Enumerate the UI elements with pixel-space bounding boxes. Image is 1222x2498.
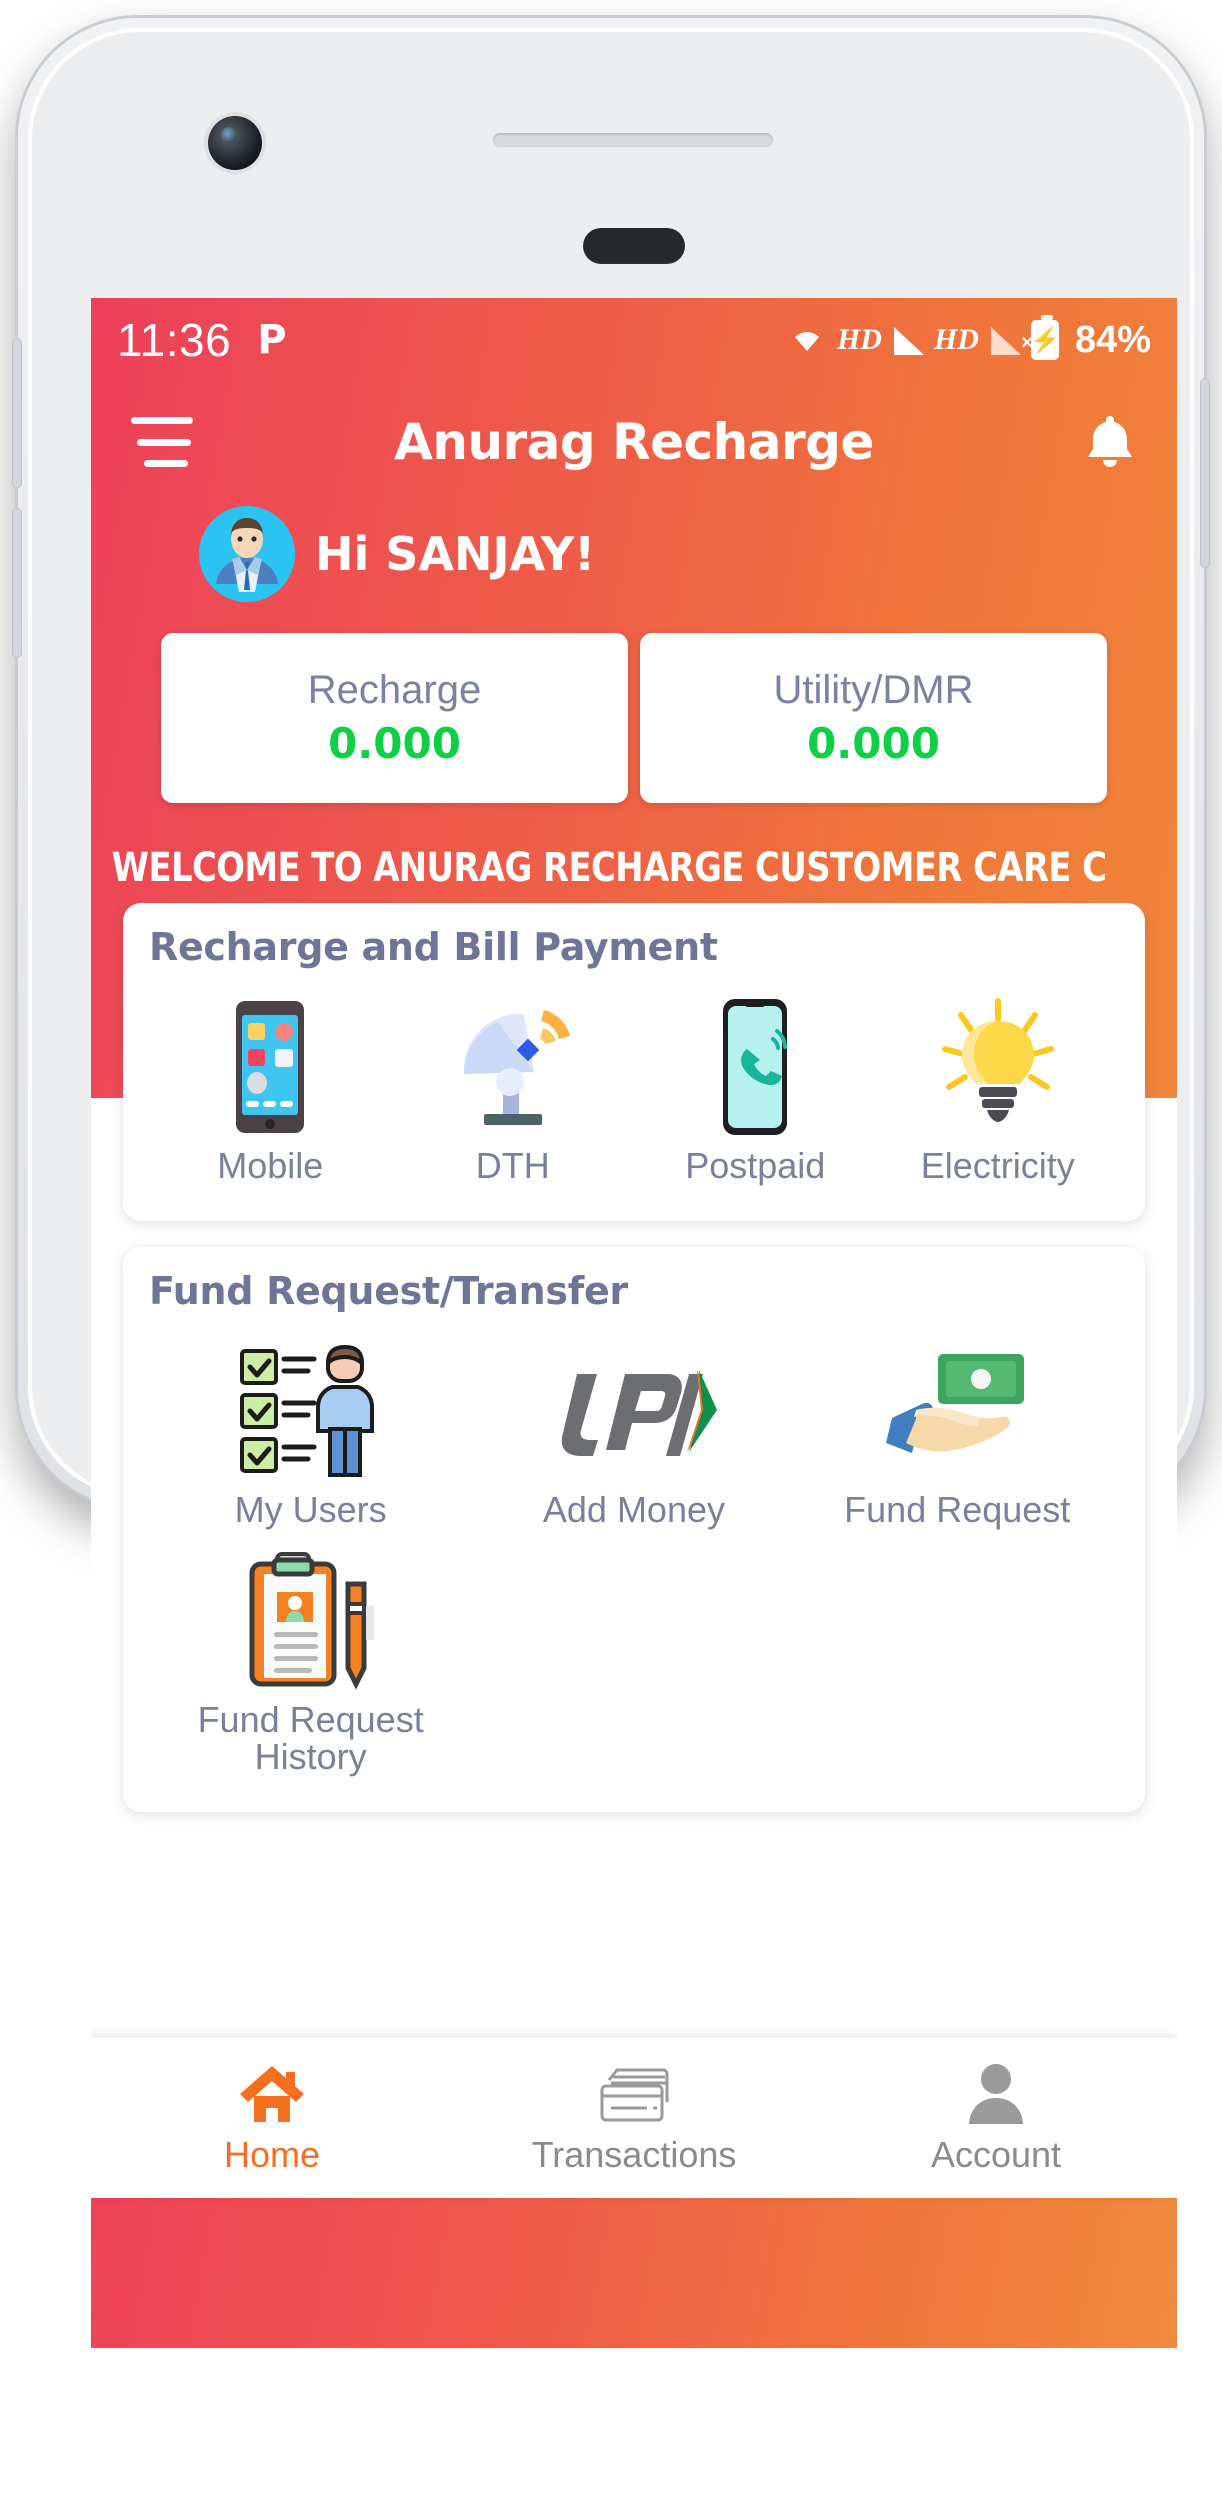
service-tile-mobile[interactable]: Mobile bbox=[149, 983, 392, 1193]
wifi-icon bbox=[787, 325, 827, 355]
bottom-gradient-strip bbox=[91, 2198, 1177, 2348]
fund-label: Add Money bbox=[542, 1488, 725, 1530]
user-avatar-businessman[interactable] bbox=[199, 506, 295, 602]
phone-body: 11:36 P HD HD × ⚡ 84% Anurag Recharge Hi… bbox=[28, 28, 1194, 2348]
volume-down-button[interactable] bbox=[12, 508, 22, 658]
app-bar: Anurag Recharge bbox=[91, 382, 1177, 502]
service-label: Mobile bbox=[217, 1145, 324, 1186]
signal-bar-off-icon: × bbox=[989, 325, 1033, 355]
balance-value: 0.000 bbox=[807, 719, 940, 768]
status-time: 11:36 bbox=[117, 314, 232, 366]
hd-badge-2: HD bbox=[933, 323, 979, 356]
app-title: Anurag Recharge bbox=[394, 413, 874, 471]
cash-in-hand-icon bbox=[882, 1341, 1032, 1481]
bottom-navigation-bar: Home Transactions Account bbox=[91, 2038, 1177, 2198]
my-users-checklist-icon bbox=[236, 1341, 386, 1481]
status-icons: HD HD × ⚡ 84% bbox=[787, 315, 1151, 362]
fund-tile-fund-request-history[interactable]: Fund Request History bbox=[149, 1537, 472, 1785]
service-tile-electricity[interactable]: Electricity bbox=[877, 983, 1120, 1193]
earpiece-speaker bbox=[493, 133, 773, 147]
bell-icon[interactable] bbox=[1083, 412, 1137, 472]
power-button[interactable] bbox=[1200, 378, 1210, 568]
battery-charging-icon: ⚡ bbox=[1030, 315, 1060, 360]
balance-cards-row: Recharge 0.000 Utility/DMR 0.000 bbox=[161, 633, 1107, 803]
section-title: Fund Request/Transfer bbox=[149, 1268, 628, 1313]
service-grid: Mobile DTH Postpaid Electricity bbox=[149, 983, 1119, 1193]
battery-percent: 84% bbox=[1074, 318, 1151, 361]
paytm-p-icon: P bbox=[257, 317, 287, 363]
volume-up-button[interactable] bbox=[12, 338, 22, 488]
nav-label: Account bbox=[930, 2134, 1062, 2175]
balance-card-utility-dmr[interactable]: Utility/DMR 0.000 bbox=[640, 633, 1107, 803]
greeting-text: Hi SANJAY! bbox=[315, 527, 596, 581]
status-bar: 11:36 P HD HD × ⚡ 84% bbox=[91, 298, 1177, 382]
hamburger-menu-icon[interactable] bbox=[131, 417, 193, 467]
front-camera-icon bbox=[208, 116, 262, 170]
nav-item-account[interactable]: Account bbox=[815, 2038, 1177, 2198]
balance-value: 0.000 bbox=[328, 719, 461, 768]
account-person-icon bbox=[967, 2060, 1025, 2126]
light-bulb-icon bbox=[935, 997, 1061, 1137]
nav-label: Transactions bbox=[531, 2134, 737, 2175]
screenshot-scene: 11:36 P HD HD × ⚡ 84% Anurag Recharge Hi… bbox=[0, 0, 1222, 2498]
nav-item-home[interactable]: Home bbox=[91, 2038, 453, 2198]
marquee-text: WELCOME TO ANURAG RECHARGE CUSTOMER CARE… bbox=[111, 845, 1107, 891]
fund-tile-my-users[interactable]: My Users bbox=[149, 1327, 472, 1537]
service-tile-postpaid[interactable]: Postpaid bbox=[634, 983, 877, 1193]
section-fund-request-transfer: Fund Request/Transfer My Users Add Money… bbox=[123, 1246, 1145, 1813]
phone-screen: 11:36 P HD HD × ⚡ 84% Anurag Recharge Hi… bbox=[91, 298, 1177, 2348]
section-recharge-bill-payment: Recharge and Bill Payment Mobile DTH Pos… bbox=[123, 903, 1145, 1221]
service-tile-dth[interactable]: DTH bbox=[392, 983, 635, 1193]
fund-grid: My Users Add Money Fund Request Fund Req… bbox=[149, 1327, 1119, 1784]
satellite-dish-icon bbox=[448, 997, 578, 1137]
front-sensor-pill bbox=[583, 228, 685, 264]
fund-label: Fund Request History bbox=[197, 1698, 424, 1778]
marquee-banner: WELCOME TO ANURAG RECHARGE CUSTOMER CARE… bbox=[91, 833, 1177, 903]
transactions-cards-icon bbox=[597, 2060, 671, 2126]
service-label: Postpaid bbox=[685, 1145, 826, 1186]
mobile-phone-icon bbox=[222, 997, 318, 1137]
phone-device-frame: 11:36 P HD HD × ⚡ 84% Anurag Recharge Hi… bbox=[12, 18, 1210, 2348]
balance-label: Recharge bbox=[307, 668, 482, 712]
greeting-row: Hi SANJAY! bbox=[91, 506, 1177, 602]
hd-badge-1: HD bbox=[836, 323, 882, 356]
nav-item-transactions[interactable]: Transactions bbox=[453, 2038, 815, 2198]
clipboard-pen-icon bbox=[236, 1551, 386, 1691]
fund-label: My Users bbox=[234, 1488, 387, 1530]
fund-tile-add-money[interactable]: Add Money bbox=[472, 1327, 795, 1537]
fund-label: Fund Request bbox=[844, 1488, 1071, 1530]
balance-card-recharge[interactable]: Recharge 0.000 bbox=[161, 633, 628, 803]
signal-bar-icon bbox=[892, 325, 924, 355]
section-title: Recharge and Bill Payment bbox=[149, 925, 718, 969]
service-label: Electricity bbox=[920, 1145, 1075, 1186]
home-icon bbox=[236, 2060, 308, 2126]
balance-label: Utility/DMR bbox=[773, 668, 974, 712]
postpaid-phone-icon bbox=[707, 997, 803, 1137]
upi-logo-icon bbox=[549, 1341, 719, 1481]
service-label: DTH bbox=[475, 1145, 550, 1186]
nav-label: Home bbox=[223, 2134, 321, 2175]
fund-tile-fund-request[interactable]: Fund Request bbox=[796, 1327, 1119, 1537]
